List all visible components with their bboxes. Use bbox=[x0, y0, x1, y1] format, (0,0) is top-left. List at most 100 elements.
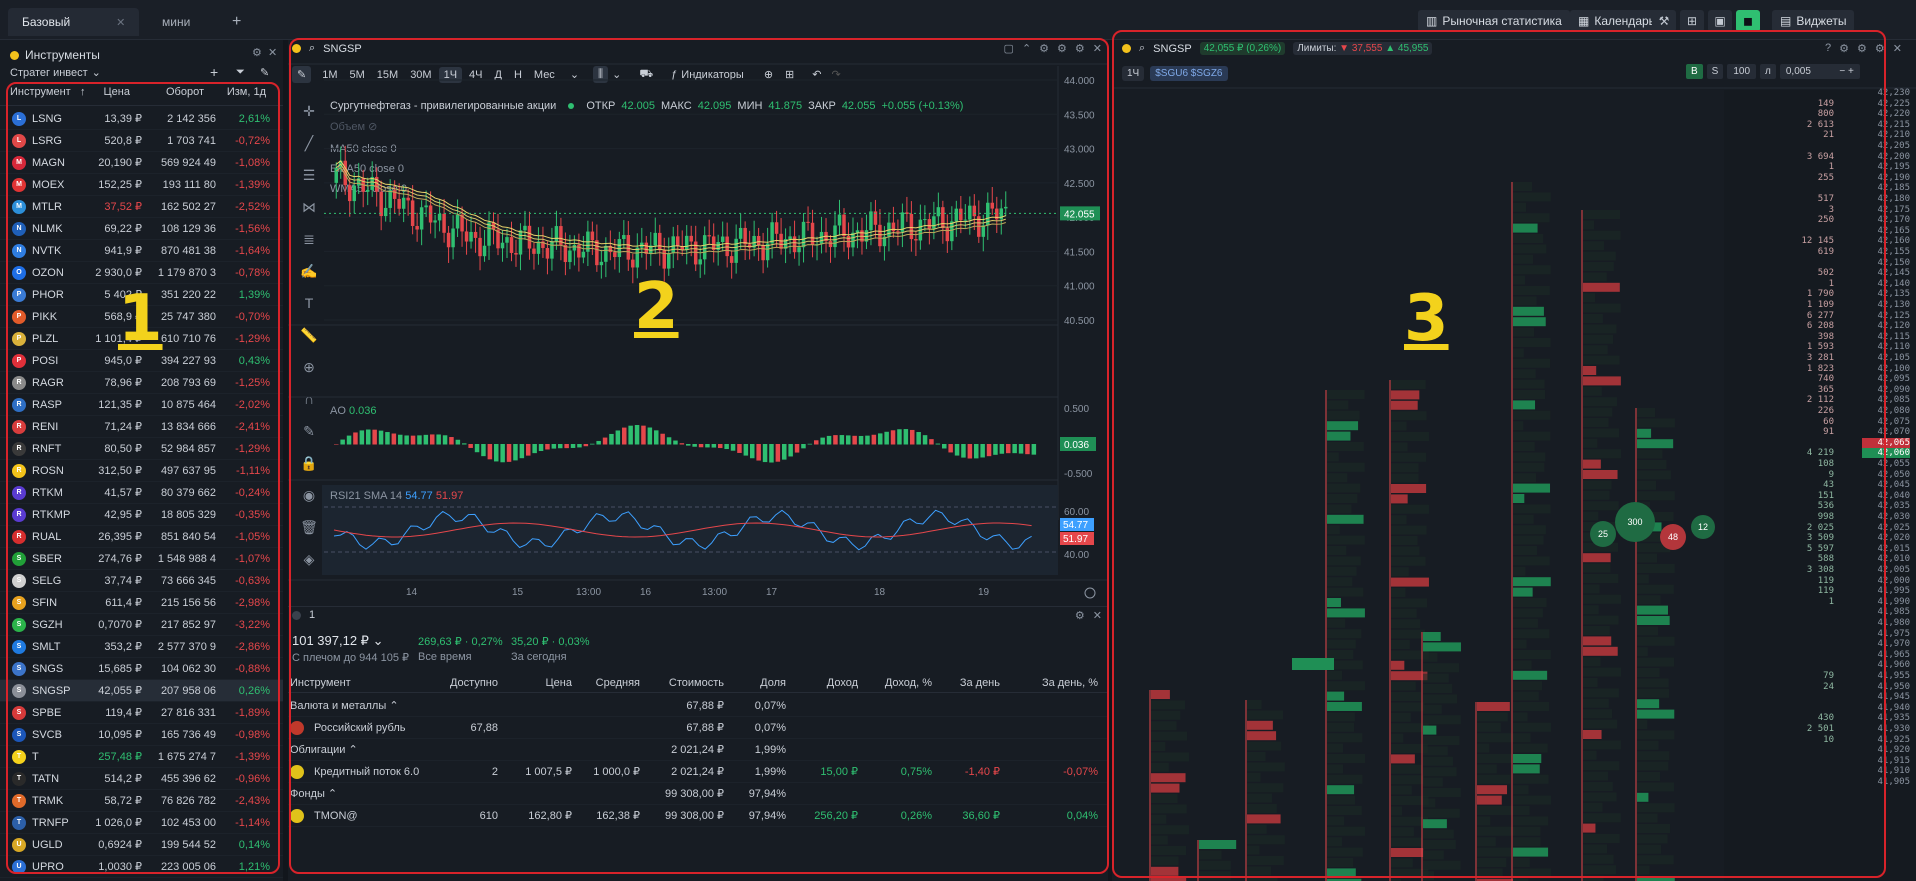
gear-icon[interactable]: ⚙ bbox=[1039, 42, 1049, 55]
instrument-row[interactable]: R RAGR 78,96 ₽ 208 793 69 -1,25% bbox=[0, 372, 283, 394]
camera-icon[interactable]: ⌼ bbox=[1093, 68, 1100, 81]
instrument-row[interactable]: U UGLD 0,6924 ₽ 199 544 52 0,14% bbox=[0, 834, 283, 856]
portfolio-col-header[interactable]: Доход bbox=[792, 677, 858, 689]
hlines-icon[interactable]: ☰ bbox=[300, 166, 318, 184]
chevron-down-icon[interactable]: ⌄ bbox=[612, 68, 621, 81]
gear-icon[interactable]: ⚙ bbox=[1075, 609, 1085, 622]
ladder-row[interactable]: 91 42,070 bbox=[1724, 427, 1914, 438]
ladder-row[interactable]: 1 823 42,100 bbox=[1724, 364, 1914, 375]
link-dot-icon[interactable] bbox=[10, 50, 19, 60]
ruler-icon[interactable]: 📏 bbox=[300, 326, 318, 344]
portfolio-item-row[interactable]: Кредитный поток 6.0 2 1 007,5 ₽ 1 000,0 ₽ 2 … bbox=[288, 761, 1108, 783]
widgets-button[interactable]: ▤ Виджеты bbox=[1772, 10, 1855, 32]
market-stats-button[interactable]: ▥ Рыночная статистика bbox=[1418, 10, 1570, 32]
ladder-row[interactable]: 41,975 bbox=[1724, 629, 1914, 640]
tools-icon[interactable]: ⚒ bbox=[1652, 10, 1676, 32]
instrument-row[interactable]: R RTKM 41,57 ₽ 80 379 662 -0,24% bbox=[0, 482, 283, 504]
ladder-row[interactable]: 42,205 bbox=[1724, 141, 1914, 152]
ladder-row[interactable]: 588 42,010 bbox=[1724, 554, 1914, 565]
magnet-icon[interactable]: ∩ bbox=[300, 390, 318, 408]
instrument-row[interactable]: R RENI 71,24 ₽ 13 834 666 -2,41% bbox=[0, 416, 283, 438]
instrument-row[interactable]: M MAGN 20,190 ₽ 569 924 49 -1,08% bbox=[0, 152, 283, 174]
edit-icon[interactable]: ✎ bbox=[260, 66, 269, 79]
ema50-label[interactable]: EMA50 close 0 bbox=[330, 159, 407, 179]
layout-icon[interactable]: ▣ bbox=[1708, 10, 1732, 32]
sort-up-icon[interactable]: ↑ bbox=[80, 86, 88, 105]
trendline-icon[interactable]: ╱ bbox=[300, 134, 318, 152]
ladder-row[interactable]: 365 42,090 bbox=[1724, 385, 1914, 396]
timeframe-Н[interactable]: Н bbox=[509, 67, 527, 83]
ladder-row[interactable]: 502 42,145 bbox=[1724, 268, 1914, 279]
ladder-row[interactable]: 4 219 42,060 bbox=[1724, 448, 1914, 459]
instrument-row[interactable]: R RTKMP 42,95 ₽ 18 805 329 -0,35% bbox=[0, 504, 283, 526]
collapse-icon[interactable]: ⌃ bbox=[1022, 42, 1031, 55]
ladder-row[interactable]: 10 41,925 bbox=[1724, 735, 1914, 746]
ladder-row[interactable]: 3 308 42,005 bbox=[1724, 565, 1914, 576]
ladder-row[interactable]: 3 694 42,200 bbox=[1724, 152, 1914, 163]
instrument-row[interactable]: S SGZH 0,7070 ₽ 217 852 97 -3,22% bbox=[0, 614, 283, 636]
text-icon[interactable]: T bbox=[300, 294, 318, 312]
trade-bubble[interactable]: 12 bbox=[1691, 515, 1715, 539]
instrument-row[interactable]: S SELG 37,74 ₽ 73 666 345 -0,63% bbox=[0, 570, 283, 592]
filter-icon[interactable]: ⏷ bbox=[236, 66, 245, 79]
instrument-row[interactable]: S SMLT 353,2 ₽ 2 577 370 9 -2,86% bbox=[0, 636, 283, 658]
instrument-row[interactable]: L LSRG 520,8 ₽ 1 703 741 -0,72% bbox=[0, 130, 283, 152]
wma50-label[interactable]: WMA50 close 0 bbox=[330, 179, 407, 199]
ladder-row[interactable]: 41,970 bbox=[1724, 639, 1914, 650]
ladder-row[interactable]: 42,230 bbox=[1724, 88, 1914, 99]
ladder-row[interactable]: 1 42,195 bbox=[1724, 162, 1914, 173]
ladder-row[interactable]: 2 613 42,215 bbox=[1724, 120, 1914, 131]
ladder-row[interactable]: 430 41,935 bbox=[1724, 713, 1914, 724]
pencil-icon[interactable]: ✎ bbox=[292, 66, 312, 83]
instrument-row[interactable]: R RASP 121,35 ₽ 10 875 464 -2,02% bbox=[0, 394, 283, 416]
ladder-row[interactable]: 398 42,115 bbox=[1724, 332, 1914, 343]
undo-icon[interactable]: ↶ bbox=[812, 68, 821, 81]
instrument-row[interactable]: M MOEX 152,25 ₽ 193 111 80 -1,39% bbox=[0, 174, 283, 196]
ladder-row[interactable]: 2 501 41,930 bbox=[1724, 724, 1914, 735]
ladder-row[interactable]: 619 42,155 bbox=[1724, 247, 1914, 258]
ladder-row[interactable]: 41,940 bbox=[1724, 703, 1914, 714]
portfolio-col-header[interactable]: Доступно bbox=[436, 677, 498, 689]
templates-icon[interactable]: ⊞ bbox=[785, 68, 794, 81]
zoom-icon[interactable]: ⊕ bbox=[300, 358, 318, 376]
trade-bubble[interactable]: 48 bbox=[1660, 524, 1686, 550]
ladder-row[interactable]: 998 42,030 bbox=[1724, 512, 1914, 523]
portfolio-total[interactable]: 101 397,12 ₽ ⌄ bbox=[292, 633, 383, 649]
portfolio-col-header[interactable]: За день bbox=[936, 677, 1000, 689]
col-price[interactable]: Цена bbox=[88, 86, 130, 105]
timeframe-1Ч[interactable]: 1Ч bbox=[438, 66, 463, 83]
instrument-row[interactable]: N NVTK 941,9 ₽ 870 481 38 -1,64% bbox=[0, 240, 283, 262]
instrument-row[interactable]: S SPBE 119,4 ₽ 27 816 331 -1,89% bbox=[0, 702, 283, 724]
instrument-row[interactable]: R RUAL 26,395 ₽ 851 840 54 -1,05% bbox=[0, 526, 283, 548]
timeframe-15М[interactable]: 15М bbox=[372, 67, 403, 83]
redo-icon[interactable]: ↷ bbox=[831, 68, 840, 81]
col-change[interactable]: Изм, 1д bbox=[204, 86, 266, 105]
trade-bubble[interactable]: 300 bbox=[1615, 502, 1655, 542]
instrument-row[interactable]: R ROSN 312,50 ₽ 497 637 95 -1,11% bbox=[0, 460, 283, 482]
ladder-row[interactable]: 536 42,035 bbox=[1724, 501, 1914, 512]
portfolio-col-header[interactable]: За день, % bbox=[1006, 677, 1098, 689]
ladder-row[interactable]: 41,960 bbox=[1724, 660, 1914, 671]
col-turnover[interactable]: Оборот bbox=[130, 86, 204, 105]
ladder-row[interactable]: 42,065 bbox=[1724, 437, 1914, 449]
candles-icon[interactable]: ⫼ bbox=[593, 66, 609, 83]
portfolio-group-row[interactable]: Фонды ⌃ 99 308,00 ₽ 97,94% bbox=[288, 783, 1108, 805]
instrument-row[interactable]: N NLMK 69,22 ₽ 108 129 36 -1,56% bbox=[0, 218, 283, 240]
ladder-row[interactable]: 740 42,095 bbox=[1724, 374, 1914, 385]
gear-icon[interactable]: ⚙ bbox=[1057, 42, 1067, 55]
ladder-row[interactable]: 2 025 42,025 bbox=[1724, 523, 1914, 534]
instrument-row[interactable]: S SVCB 10,095 ₽ 165 736 49 -0,98% bbox=[0, 724, 283, 746]
portfolio-tab[interactable]: 1 bbox=[309, 609, 315, 621]
close-icon[interactable]: ✕ bbox=[1093, 42, 1102, 55]
ladder-row[interactable]: 42,165 bbox=[1724, 226, 1914, 237]
instrument-row[interactable]: R RNFT 80,50 ₽ 52 984 857 -1,29% bbox=[0, 438, 283, 460]
settings-icon[interactable]: ⚙ bbox=[252, 46, 262, 59]
instrument-row[interactable]: T TRMK 58,72 ₽ 76 826 782 -2,43% bbox=[0, 790, 283, 812]
ladder-row[interactable]: 60 42,075 bbox=[1724, 417, 1914, 428]
close-icon[interactable]: ✕ bbox=[268, 46, 277, 59]
close-icon[interactable]: ✕ bbox=[1093, 609, 1102, 622]
portfolio-col-header[interactable]: Инструмент bbox=[290, 677, 430, 689]
ladder-row[interactable]: 6 277 42,125 bbox=[1724, 311, 1914, 322]
ladder-row[interactable]: 1 109 42,130 bbox=[1724, 300, 1914, 311]
instrument-row[interactable]: S SNGS 15,685 ₽ 104 062 30 -0,88% bbox=[0, 658, 283, 680]
